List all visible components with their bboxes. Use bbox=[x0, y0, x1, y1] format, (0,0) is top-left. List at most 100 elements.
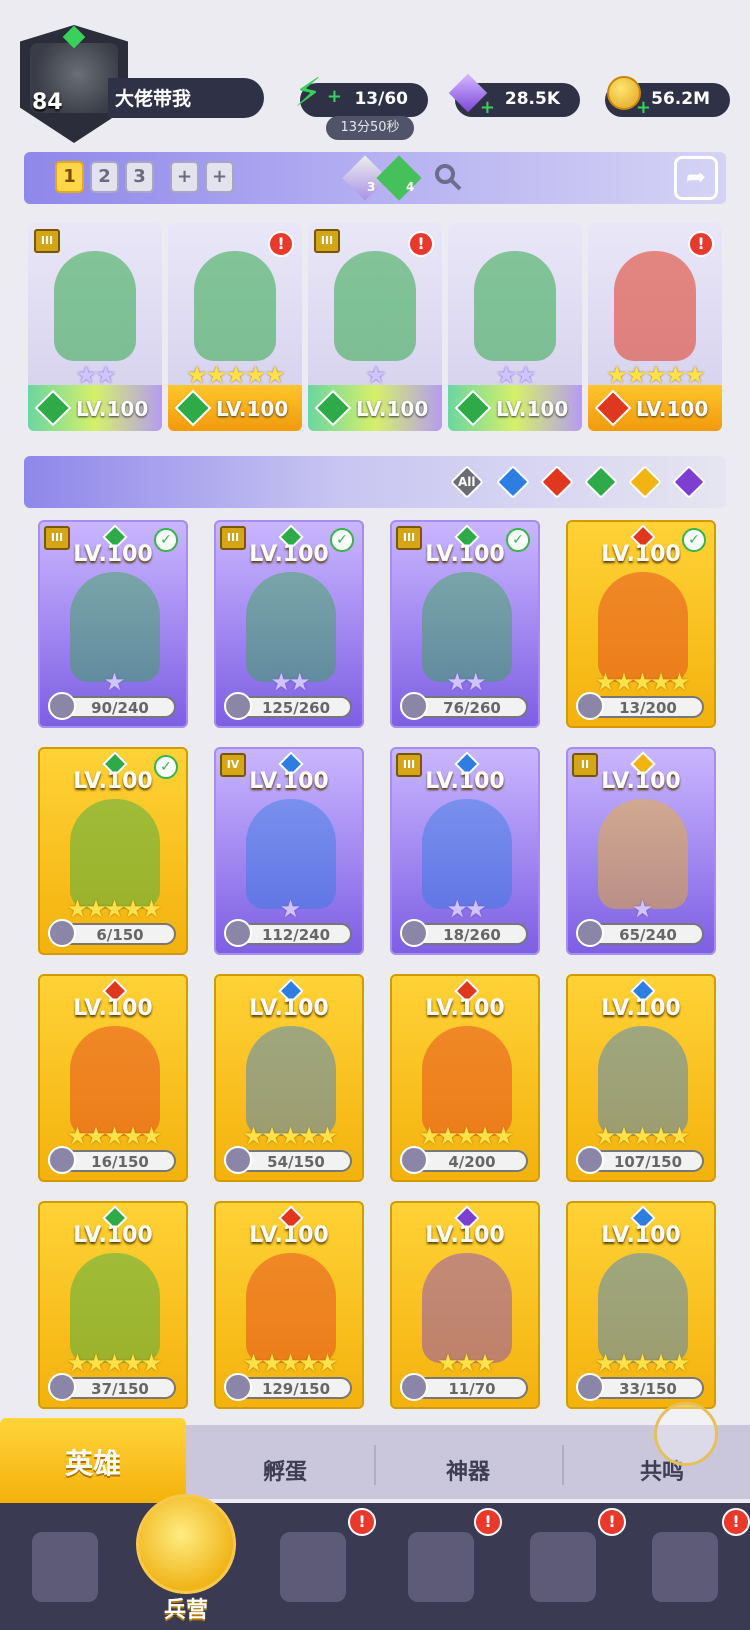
tier-badge: III bbox=[314, 229, 340, 253]
tab-divider bbox=[562, 1445, 564, 1485]
hero-card[interactable]: LV.100 ★★★★★ 6/150 ✓ bbox=[38, 747, 188, 955]
search-icon[interactable] bbox=[433, 162, 463, 192]
nav-shrine-icon[interactable] bbox=[520, 1520, 606, 1612]
shard-progress: 65/240 bbox=[619, 926, 677, 944]
hero-level: LV.100 bbox=[249, 996, 329, 1021]
tier-badge: III bbox=[220, 526, 246, 550]
team-tab-1[interactable]: 1 bbox=[55, 161, 84, 193]
team-tab-3[interactable]: 3 bbox=[125, 161, 154, 193]
hero-card[interactable]: LV.100 ★★★★★ 16/150 bbox=[38, 974, 188, 1182]
hero-level: LV.100 bbox=[601, 996, 681, 1021]
in-team-check-icon: ✓ bbox=[682, 528, 706, 552]
nav-castle-icon[interactable] bbox=[398, 1520, 484, 1612]
alert-icon: ! bbox=[408, 231, 434, 257]
energy-timer: 13分50秒 bbox=[326, 116, 414, 140]
shard-progress: 11/70 bbox=[448, 1380, 496, 1398]
hero-card[interactable]: LV.100 ★ 90/240 III ✓ bbox=[38, 520, 188, 728]
in-team-check-icon: ✓ bbox=[330, 528, 354, 552]
pet-icon-b bbox=[376, 155, 422, 201]
pet-selector[interactable] bbox=[342, 154, 425, 202]
shard-progress: 18/260 bbox=[443, 926, 501, 944]
hero-card[interactable]: LV.100 ★★ 18/260 III bbox=[390, 747, 540, 955]
hero-card[interactable]: LV.100 ★★ 76/260 III ✓ bbox=[390, 520, 540, 728]
shard-progress: 13/200 bbox=[619, 699, 677, 717]
shard-progress: 16/150 bbox=[91, 1153, 149, 1171]
hero-card[interactable]: LV.100 ★★★★★ 4/200 bbox=[390, 974, 540, 1182]
hero-card[interactable]: LV.100 ★ 112/240 IV bbox=[214, 747, 364, 955]
filter-light-icon[interactable] bbox=[628, 465, 662, 499]
pet-a-count: 3 bbox=[367, 180, 376, 194]
nav-map-icon[interactable] bbox=[270, 1520, 356, 1612]
hero-level: LV.100 bbox=[425, 1223, 505, 1248]
loading-spinner-icon bbox=[654, 1402, 718, 1466]
hero-level: LV.100 bbox=[601, 1223, 681, 1248]
tier-badge: II bbox=[572, 753, 598, 777]
filter-water-icon[interactable] bbox=[496, 465, 530, 499]
filter-nature-icon[interactable] bbox=[584, 465, 618, 499]
shard-progress: 90/240 bbox=[91, 699, 149, 717]
team-hero-card[interactable]: ★★★★★ LV.100! bbox=[588, 223, 722, 431]
shard-progress: 125/260 bbox=[261, 699, 331, 717]
add-team-button-2[interactable]: + bbox=[205, 161, 234, 193]
team-tab-2[interactable]: 2 bbox=[90, 161, 119, 193]
shard-progress: 37/150 bbox=[91, 1380, 149, 1398]
hero-card[interactable]: LV.100 ★★★★★ 54/150 bbox=[214, 974, 364, 1182]
tier-badge: IV bbox=[220, 753, 246, 777]
in-team-check-icon: ✓ bbox=[506, 528, 530, 552]
filter-bar bbox=[24, 456, 726, 508]
shard-progress: 76/260 bbox=[443, 699, 501, 717]
hero-level: LV.100 bbox=[425, 996, 505, 1021]
tier-badge: III bbox=[34, 229, 60, 253]
shard-progress: 33/150 bbox=[619, 1380, 677, 1398]
hero-card[interactable]: LV.100 ★★ 125/260 III ✓ bbox=[214, 520, 364, 728]
alert-icon: ! bbox=[268, 231, 294, 257]
gold-value: 56.2M bbox=[651, 89, 710, 109]
energy-value: 13/60 bbox=[354, 89, 408, 109]
nav-barracks-label: 兵营 bbox=[163, 1598, 208, 1623]
tab-hatch[interactable]: 孵蛋 bbox=[195, 1454, 375, 1486]
hero-level: LV.100 bbox=[76, 397, 149, 421]
pet-b-count: 4 bbox=[406, 180, 415, 194]
shard-progress: 54/150 bbox=[267, 1153, 325, 1171]
energy-icon: ⚡ + bbox=[294, 70, 342, 116]
in-team-check-icon: ✓ bbox=[154, 755, 178, 779]
gem-icon: + bbox=[447, 72, 495, 118]
nav-guild-icon[interactable] bbox=[642, 1520, 728, 1612]
player-name: 大佬带我 bbox=[115, 88, 192, 110]
tab-resonance[interactable]: 共鸣 bbox=[572, 1454, 750, 1486]
team-hero-card[interactable]: ★ LV.100 III! bbox=[308, 223, 442, 431]
tier-badge: III bbox=[396, 753, 422, 777]
shard-progress: 6/150 bbox=[96, 926, 144, 944]
hero-level: LV.100 bbox=[216, 397, 289, 421]
hero-card[interactable]: LV.100 ★★★★★ 13/200 ✓ bbox=[566, 520, 716, 728]
tier-badge: III bbox=[396, 526, 422, 550]
in-team-check-icon: ✓ bbox=[154, 528, 178, 552]
alert-icon: ! bbox=[348, 1508, 376, 1536]
hero-card[interactable]: LV.100 ★★★★★ 129/150 bbox=[214, 1201, 364, 1409]
filter-fire-icon[interactable] bbox=[540, 465, 574, 499]
filter-all-label: All bbox=[458, 475, 476, 489]
alert-icon: ! bbox=[722, 1508, 750, 1536]
tab-divider bbox=[374, 1445, 376, 1485]
nav-cards-icon[interactable] bbox=[22, 1520, 108, 1612]
tab-artifacts[interactable]: 神器 bbox=[378, 1454, 558, 1486]
share-icon[interactable]: ➦ bbox=[674, 156, 718, 200]
hero-level: LV.100 bbox=[636, 397, 709, 421]
team-hero-card[interactable]: ★★★★★ LV.100! bbox=[168, 223, 302, 431]
team-hero-card[interactable]: ★★ LV.100 bbox=[448, 223, 582, 431]
shard-progress: 107/150 bbox=[613, 1153, 683, 1171]
hero-card[interactable]: LV.100 ★★★ 11/70 bbox=[390, 1201, 540, 1409]
add-team-button[interactable]: + bbox=[170, 161, 199, 193]
team-hero-card[interactable]: ★★ LV.100 III bbox=[28, 223, 162, 431]
gem-value: 28.5K bbox=[504, 89, 560, 109]
gold-coin-icon: + bbox=[603, 72, 651, 118]
hero-level: LV.100 bbox=[249, 1223, 329, 1248]
hero-level: LV.100 bbox=[496, 397, 569, 421]
hero-card[interactable]: LV.100 ★★★★★ 33/150 bbox=[566, 1201, 716, 1409]
hero-level: LV.100 bbox=[356, 397, 429, 421]
hero-card[interactable]: LV.100 ★ 65/240 II bbox=[566, 747, 716, 955]
alert-icon: ! bbox=[474, 1508, 502, 1536]
filter-dark-icon[interactable] bbox=[672, 465, 706, 499]
hero-card[interactable]: LV.100 ★★★★★ 107/150 bbox=[566, 974, 716, 1182]
hero-card[interactable]: LV.100 ★★★★★ 37/150 bbox=[38, 1201, 188, 1409]
